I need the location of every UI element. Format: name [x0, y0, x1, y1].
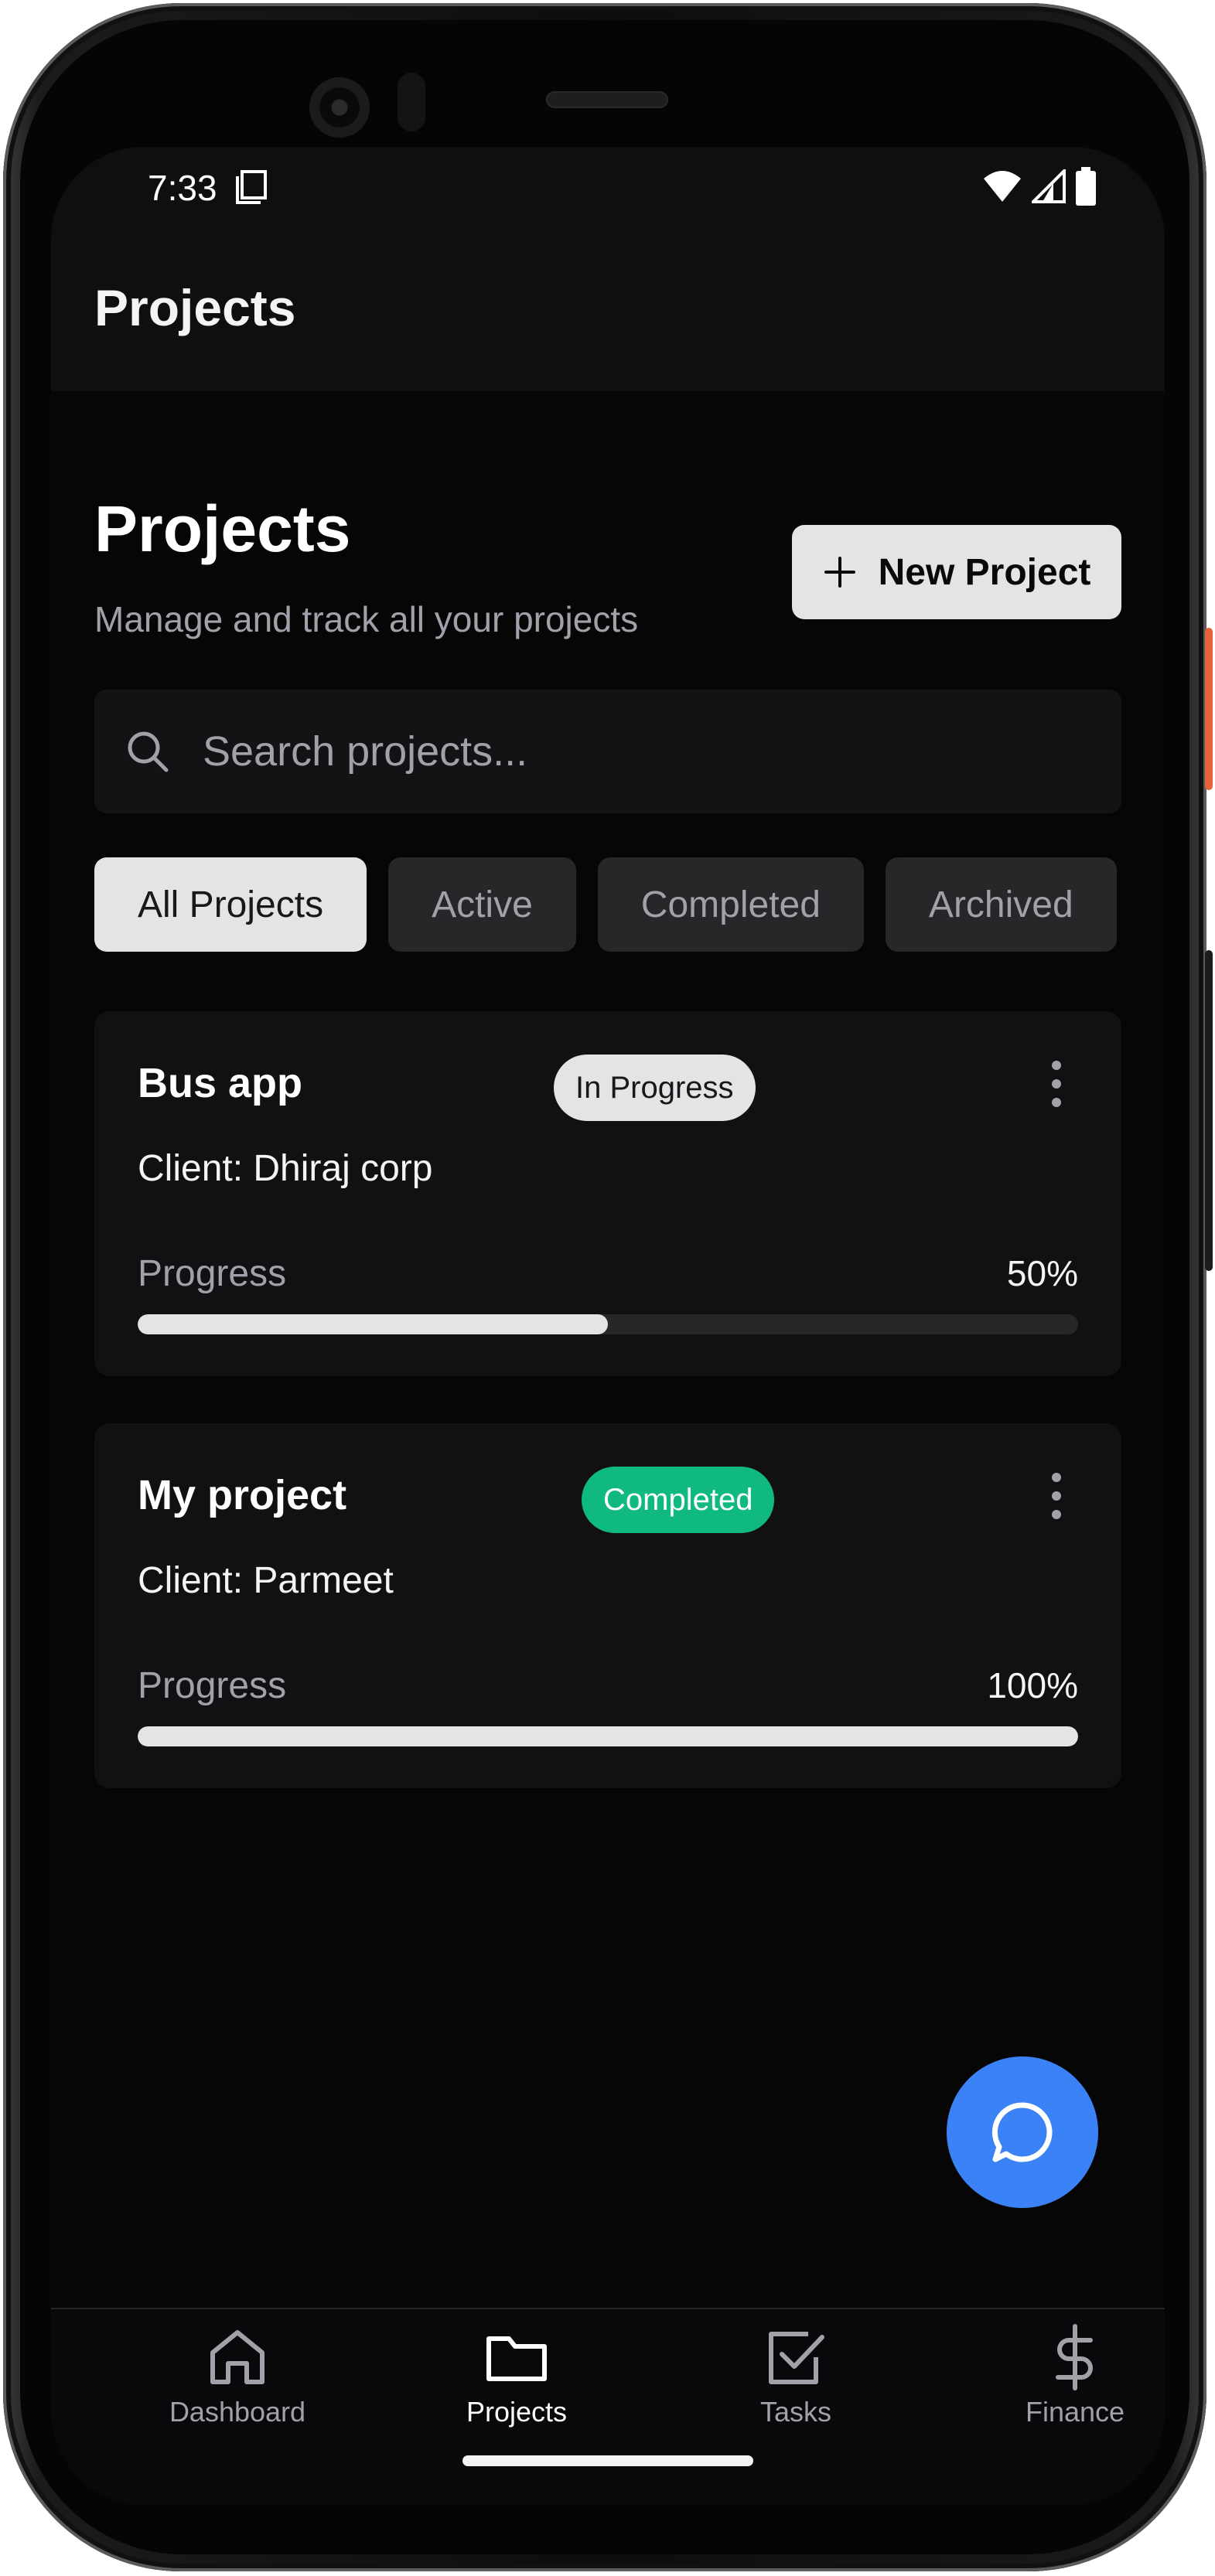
chat-button[interactable]: [947, 2056, 1098, 2208]
progress-label: Progress: [138, 1665, 287, 1706]
wifi-icon: [984, 171, 1021, 202]
filter-archived[interactable]: Archived: [885, 857, 1117, 952]
project-client: Client: Parmeet: [138, 1560, 394, 1601]
new-project-button[interactable]: New Project: [792, 525, 1121, 619]
signal-icon: [1032, 169, 1066, 203]
more-vertical-icon[interactable]: [1047, 1058, 1066, 1110]
screen: 7:33 Projects Projects Manage and track …: [51, 147, 1165, 2505]
proximity-sensor: [398, 73, 425, 131]
progress-label: Progress: [138, 1253, 287, 1294]
folder-icon: [486, 2336, 547, 2381]
page-subtitle: Manage and track all your projects: [94, 599, 639, 639]
status-time: 7:33: [148, 168, 217, 208]
progress-value: 100%: [987, 1665, 1078, 1705]
app-bar: Projects: [51, 232, 1165, 391]
dollar-icon: [1056, 2324, 1093, 2390]
bottom-navigation: Dashboard Projects Tasks Finance: [51, 2308, 1165, 2505]
progress-bar-fill: [138, 1726, 1078, 1746]
nav-finance[interactable]: Finance: [959, 2323, 1165, 2428]
front-camera: [309, 77, 370, 138]
filter-all-projects[interactable]: All Projects: [94, 857, 367, 952]
nav-tasks[interactable]: Tasks: [680, 2323, 912, 2428]
plus-icon: [824, 557, 855, 588]
app-bar-title: Projects: [94, 279, 296, 336]
nav-label: Projects: [466, 2396, 568, 2428]
search-box[interactable]: [94, 690, 1121, 813]
power-button: [1205, 628, 1213, 790]
filter-completed[interactable]: Completed: [597, 857, 864, 952]
filter-active[interactable]: Active: [388, 857, 576, 952]
nav-projects[interactable]: Projects: [401, 2323, 633, 2428]
project-name: Bus app: [138, 1060, 303, 1106]
home-indicator[interactable]: [462, 2455, 753, 2466]
new-project-label: New Project: [878, 551, 1091, 593]
project-card[interactable]: My project Completed Client: Parmeet Pro…: [94, 1423, 1121, 1788]
progress-value: 50%: [1006, 1253, 1078, 1293]
page-title: Projects: [94, 492, 351, 565]
progress-bar-fill: [138, 1314, 608, 1334]
status-icons: [982, 167, 1097, 206]
project-name: My project: [138, 1472, 347, 1518]
checkbox-icon: [769, 2332, 824, 2384]
volume-button: [1205, 950, 1213, 1271]
progress-bar: [138, 1726, 1078, 1746]
more-vertical-icon[interactable]: [1047, 1470, 1066, 1522]
nav-label: Tasks: [759, 2396, 832, 2428]
status-badge: In Progress: [554, 1055, 756, 1121]
filter-tabs: All Projects Active Completed Archived: [94, 857, 1117, 952]
search-icon: [128, 731, 169, 772]
status-badge: Completed: [582, 1467, 775, 1533]
battery-icon: [1076, 167, 1096, 206]
status-bar: 7:33: [51, 147, 1165, 232]
home-icon: [210, 2330, 265, 2384]
project-card[interactable]: Bus app In Progress Client: Dhiraj corp …: [94, 1011, 1121, 1376]
nav-label: Finance: [1025, 2396, 1125, 2428]
earpiece-speaker: [546, 91, 668, 108]
sim-card-icon: [236, 170, 267, 204]
nav-dashboard[interactable]: Dashboard: [121, 2323, 353, 2428]
phone-frame: 7:33 Projects Projects Manage and track …: [3, 3, 1213, 2571]
nav-label: Dashboard: [169, 2396, 306, 2428]
project-client: Client: Dhiraj corp: [138, 1148, 433, 1189]
chat-bubble-icon: [991, 2102, 1053, 2162]
progress-bar: [138, 1314, 1078, 1334]
search-input[interactable]: [201, 727, 1055, 776]
